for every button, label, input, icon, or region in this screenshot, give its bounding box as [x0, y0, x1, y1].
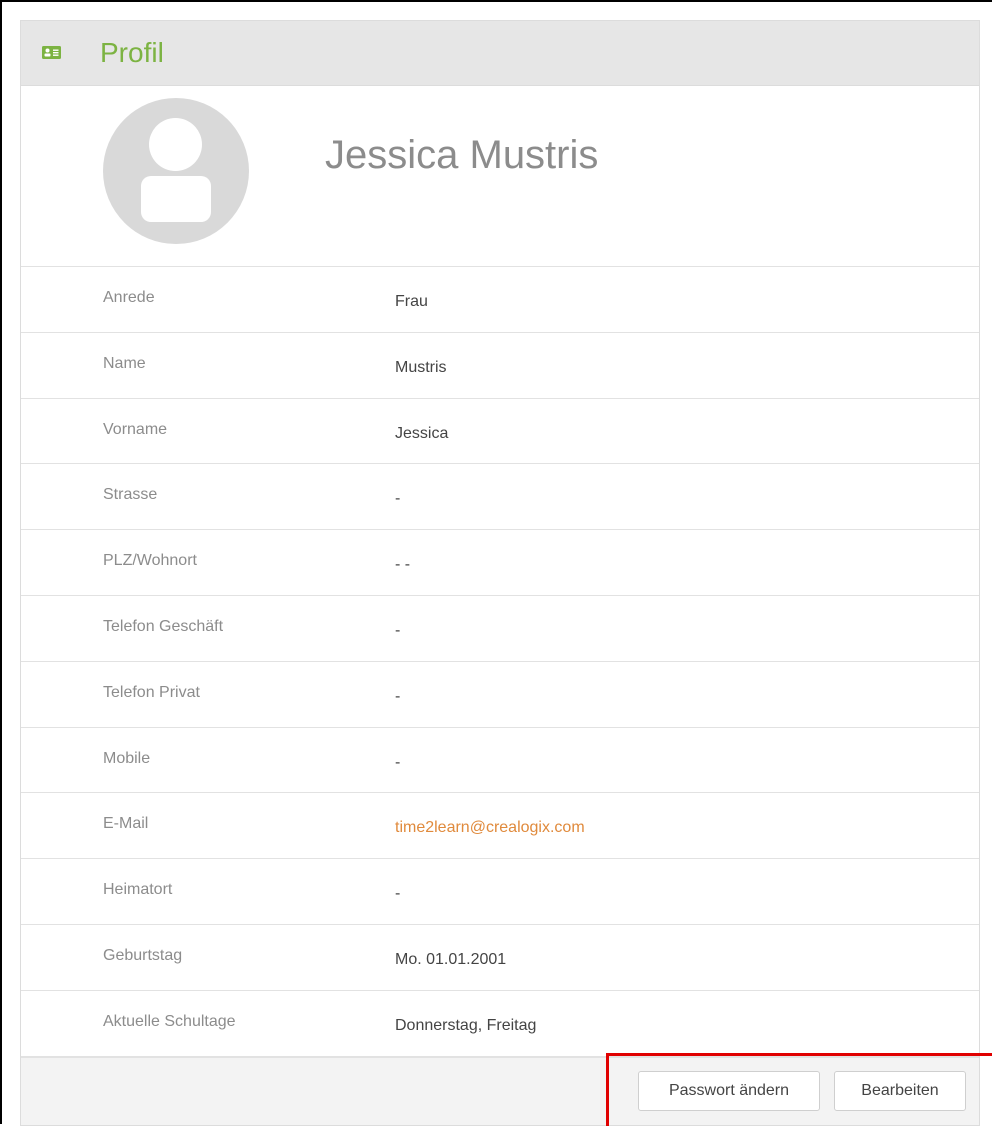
field-row: Vorname Jessica — [21, 399, 979, 465]
field-value: - — [395, 885, 401, 903]
contact-card-icon — [42, 46, 61, 59]
field-value: Frau — [395, 293, 428, 310]
field-value: - — [395, 753, 401, 771]
field-label: E-Mail — [103, 815, 149, 833]
profile-summary: Jessica Mustris — [21, 86, 979, 267]
field-row: Anrede Frau — [21, 267, 979, 333]
field-row: E-Mail time2learn@crealogix.com — [21, 793, 979, 860]
field-label: Heimatort — [103, 881, 173, 899]
profile-full-name: Jessica Mustris — [325, 133, 599, 177]
field-row: Mobile - — [21, 728, 979, 794]
field-label: Name — [103, 354, 146, 372]
email-link[interactable]: time2learn@crealogix.com — [395, 819, 585, 837]
field-label: Telefon Geschäft — [103, 618, 224, 635]
field-label: Anrede — [103, 289, 155, 306]
field-value: - — [395, 490, 401, 508]
change-password-button[interactable]: Passwort ändern — [638, 1071, 820, 1111]
panel-header: Profil — [21, 21, 979, 86]
profile-panel: Profil Jessica Mustris Anrede Frau Name Mus… — [20, 20, 980, 1126]
field-row: Telefon Geschäft - — [21, 596, 979, 662]
field-value: Mustris — [395, 358, 447, 376]
avatar-head-shape — [149, 118, 202, 171]
field-value: Jessica — [395, 424, 449, 442]
field-value: - — [395, 687, 401, 705]
field-label: Mobile — [103, 749, 151, 767]
field-value: Mo. 01.01.2001 — [395, 951, 507, 968]
field-value: - - — [395, 556, 411, 574]
field-label: PLZ/Wohnort — [103, 552, 197, 570]
field-value: - — [395, 622, 401, 639]
avatar — [103, 98, 249, 244]
field-label: Geburtstag — [103, 947, 183, 964]
panel-footer: Passwort ändern Bearbeiten — [21, 1057, 979, 1125]
page-frame: Profil Jessica Mustris Anrede Frau Name Mus… — [0, 0, 992, 1126]
field-row: PLZ/Wohnort - - — [21, 530, 979, 596]
field-row: Heimatort - — [21, 859, 979, 925]
field-label: Aktuelle Schultage — [103, 1012, 236, 1030]
avatar-body-shape — [141, 176, 211, 222]
page-title: Profil — [100, 37, 164, 68]
field-row: Strasse - — [21, 464, 979, 531]
field-label: Vorname — [103, 420, 168, 438]
field-row: Name Mustris — [21, 333, 979, 399]
field-row: Aktuelle Schultage Donnerstag, Freitag — [21, 991, 979, 1057]
field-row: Geburtstag Mo. 01.01.2001 — [21, 925, 979, 991]
field-row: Telefon Privat - — [21, 662, 979, 728]
field-label: Telefon Privat — [103, 683, 200, 701]
edit-button[interactable]: Bearbeiten — [834, 1071, 966, 1111]
field-value: Donnerstag, Freitag — [395, 1016, 537, 1034]
field-label: Strasse — [103, 486, 158, 504]
